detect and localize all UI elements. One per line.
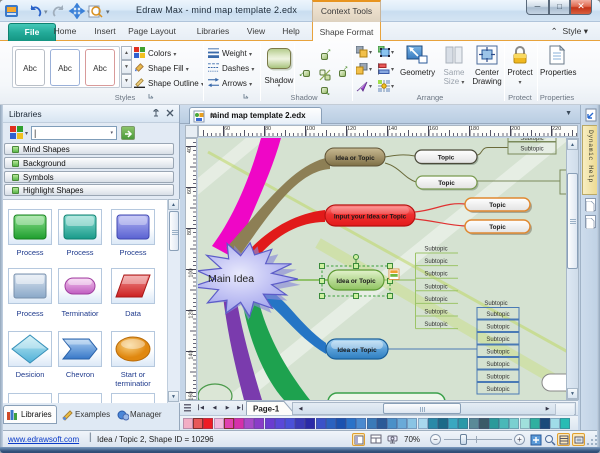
- svg-text:Main Idea: Main Idea: [208, 273, 254, 285]
- svg-text:▾: ▾: [106, 9, 110, 16]
- svg-text:Topic: Topic: [489, 224, 506, 231]
- svg-text:Idea or Topic: Idea or Topic: [335, 155, 375, 162]
- svg-text:Topic: Topic: [438, 155, 455, 162]
- svg-text:Page-1: Page-1: [253, 405, 280, 414]
- svg-text:Subtopic: Subtopic: [486, 375, 509, 381]
- svg-text:Subtopic: Subtopic: [486, 325, 509, 331]
- svg-text:▾: ▾: [44, 9, 48, 16]
- svg-text:Idea or Topic: Idea or Topic: [337, 347, 377, 354]
- svg-text:Input your Idea or Topic: Input your Idea or Topic: [334, 214, 407, 221]
- svg-text:Subtopic: Subtopic: [424, 297, 447, 303]
- svg-text:Subtopic: Subtopic: [484, 301, 507, 307]
- svg-text:Topic: Topic: [438, 180, 455, 187]
- svg-text:Subtopic: Subtopic: [424, 259, 447, 265]
- svg-text:Subtopic: Subtopic: [424, 247, 447, 253]
- svg-text:Subtopic: Subtopic: [486, 350, 509, 356]
- svg-text:Subtopic: Subtopic: [486, 312, 509, 318]
- svg-text:Idea or Topic: Idea or Topic: [336, 278, 376, 285]
- svg-text:Subtopic: Subtopic: [486, 337, 509, 343]
- svg-text:Subtopic: Subtopic: [424, 284, 447, 290]
- svg-text:Subtopic: Subtopic: [520, 147, 543, 153]
- svg-text:▾: ▾: [25, 131, 28, 137]
- svg-text:Subtopic: Subtopic: [486, 362, 509, 368]
- svg-text:Subtopic: Subtopic: [424, 322, 447, 328]
- svg-text:Subtopic: Subtopic: [520, 138, 543, 142]
- svg-text:Subtopic: Subtopic: [486, 387, 509, 393]
- svg-text:Topic: Topic: [489, 202, 506, 209]
- svg-text:Subtopic: Subtopic: [424, 310, 447, 316]
- svg-text:Subtopic: Subtopic: [424, 272, 447, 278]
